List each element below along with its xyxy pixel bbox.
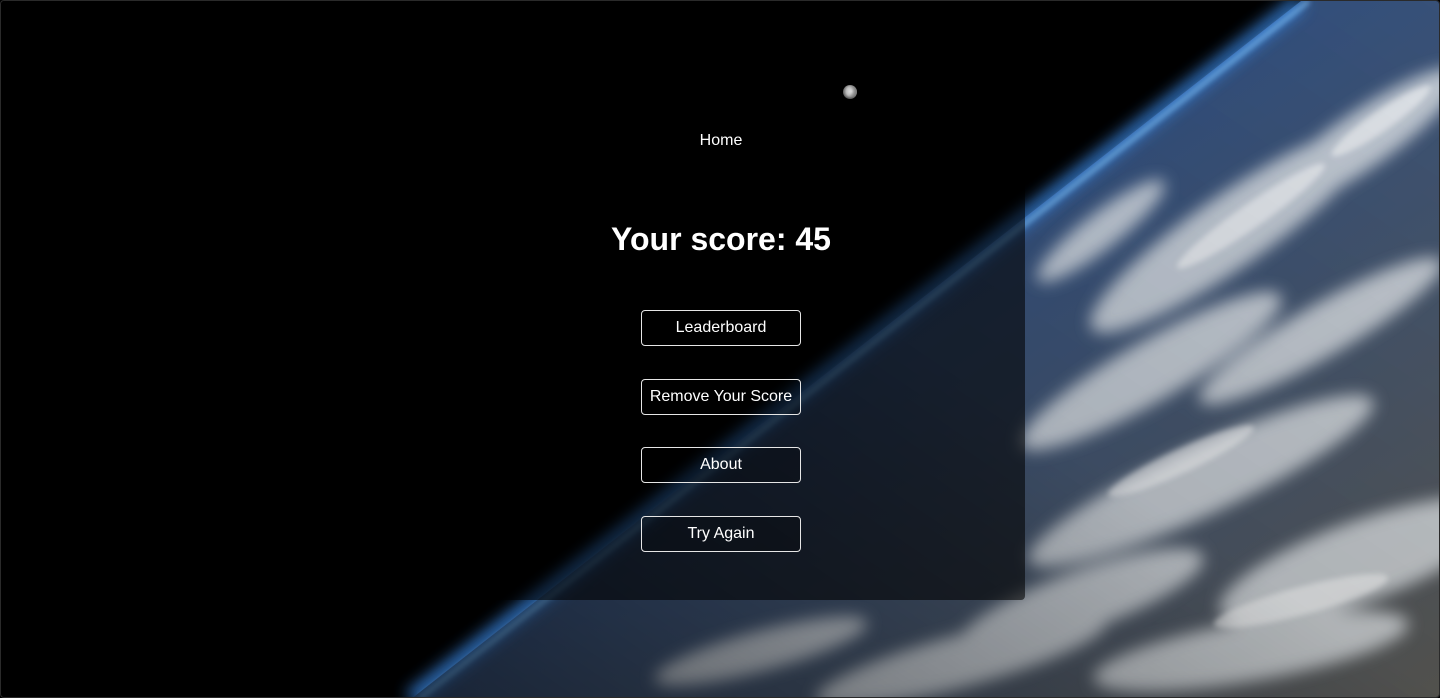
about-button[interactable]: About <box>641 447 801 483</box>
moon-icon <box>843 85 857 99</box>
try-again-button[interactable]: Try Again <box>641 516 801 552</box>
game-window: Home Your score: 45 Leaderboard Remove Y… <box>0 0 1440 698</box>
menu-panel <box>417 1 1025 600</box>
remove-score-button[interactable]: Remove Your Score <box>641 379 801 415</box>
score-heading: Your score: 45 <box>611 221 831 257</box>
home-link[interactable]: Home <box>621 131 821 151</box>
leaderboard-button[interactable]: Leaderboard <box>641 310 801 346</box>
